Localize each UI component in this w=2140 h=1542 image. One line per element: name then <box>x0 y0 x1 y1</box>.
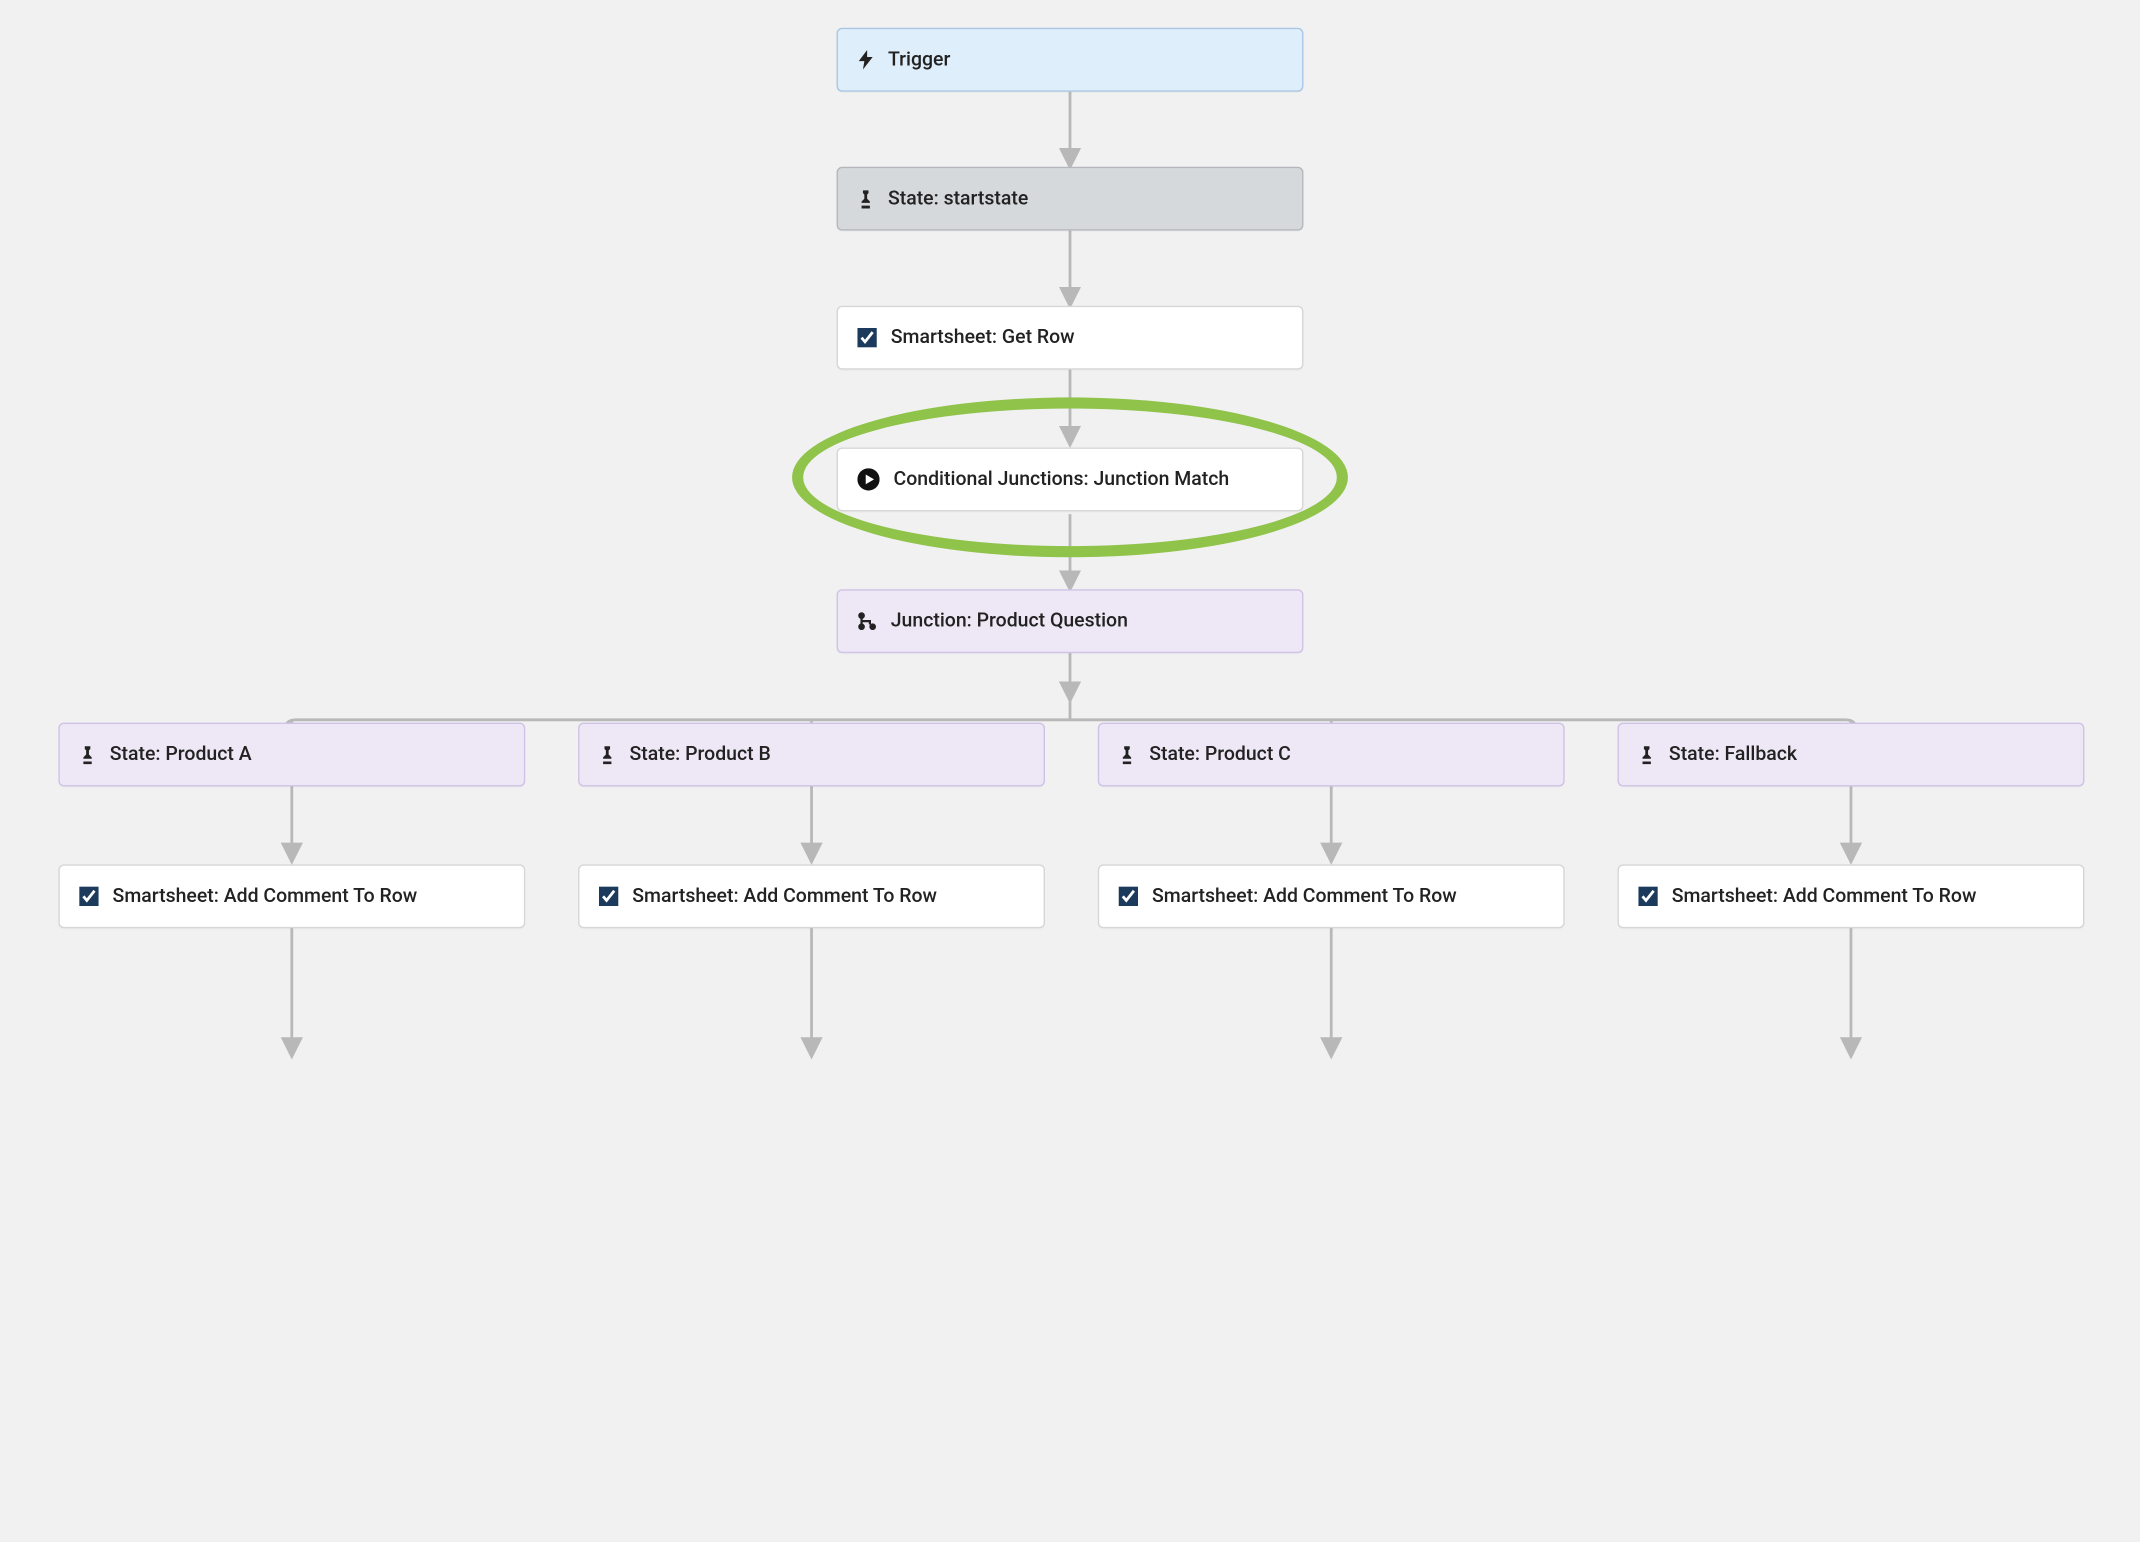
node-label: Junction: Product Question <box>891 610 1128 632</box>
chess-piece-icon <box>79 745 96 764</box>
workflow-canvas[interactable]: Trigger State: startstate Smartsheet: Ge… <box>0 0 2140 1542</box>
chess-piece-icon <box>1638 745 1655 764</box>
node-conditional-junctions[interactable]: Conditional Junctions: Junction Match <box>837 447 1304 511</box>
smartsheet-check-icon <box>1119 887 1138 906</box>
node-trigger[interactable]: Trigger <box>837 28 1304 92</box>
node-label: Smartsheet: Add Comment To Row <box>1672 885 1977 907</box>
node-startstate[interactable]: State: startstate <box>837 167 1304 231</box>
smartsheet-check-icon <box>599 887 618 906</box>
bolt-icon <box>857 50 874 69</box>
node-state-fallback[interactable]: State: Fallback <box>1618 723 2085 787</box>
smartsheet-check-icon <box>857 328 876 347</box>
smartsheet-check-icon <box>1638 887 1657 906</box>
node-label: State: Fallback <box>1669 743 1797 765</box>
node-getrow[interactable]: Smartsheet: Get Row <box>837 306 1304 370</box>
node-junction[interactable]: Junction: Product Question <box>837 589 1304 653</box>
node-state-product-c[interactable]: State: Product C <box>1098 723 1565 787</box>
chess-piece-icon <box>857 189 874 208</box>
node-add-comment-c[interactable]: Smartsheet: Add Comment To Row <box>1098 864 1565 928</box>
node-label: Conditional Junctions: Junction Match <box>894 468 1230 490</box>
node-state-product-a[interactable]: State: Product A <box>58 723 525 787</box>
play-circle-icon <box>857 468 879 490</box>
chess-piece-icon <box>599 745 616 764</box>
node-add-comment-b[interactable]: Smartsheet: Add Comment To Row <box>578 864 1045 928</box>
node-label: Smartsheet: Add Comment To Row <box>113 885 418 907</box>
node-label: State: Product B <box>629 743 770 765</box>
node-state-product-b[interactable]: State: Product B <box>578 723 1045 787</box>
node-add-comment-f[interactable]: Smartsheet: Add Comment To Row <box>1618 864 2085 928</box>
node-label: State: Product A <box>110 743 252 765</box>
node-label: Smartsheet: Add Comment To Row <box>632 885 937 907</box>
node-label: State: Product C <box>1149 743 1291 765</box>
node-label: Smartsheet: Add Comment To Row <box>1152 885 1457 907</box>
node-label: Trigger <box>888 49 950 71</box>
node-label: State: startstate <box>888 188 1028 210</box>
node-add-comment-a[interactable]: Smartsheet: Add Comment To Row <box>58 864 525 928</box>
chess-piece-icon <box>1119 745 1136 764</box>
branch-icon <box>857 611 876 630</box>
smartsheet-check-icon <box>79 887 98 906</box>
node-label: Smartsheet: Get Row <box>891 327 1075 349</box>
